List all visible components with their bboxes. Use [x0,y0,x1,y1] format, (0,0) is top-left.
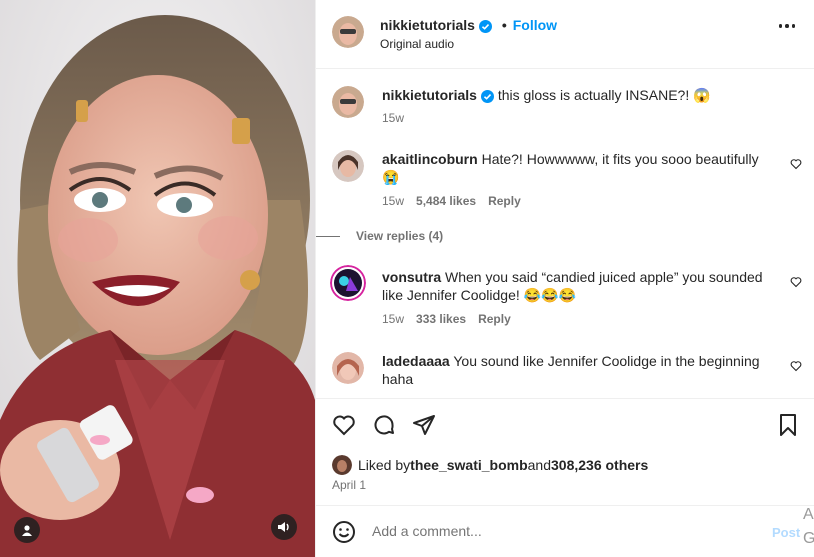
author-username[interactable]: nikkietutorials [380,17,475,33]
commenter-avatar[interactable] [332,150,364,182]
follow-button[interactable]: Follow [513,17,557,33]
caption-avatar[interactable] [332,86,364,118]
verified-badge-icon [480,89,494,103]
post-panel: nikkietutorials • Follow Original audio n… [315,0,814,557]
comment-time[interactable]: 15w [382,312,404,326]
caption-time[interactable]: 15w [382,111,404,125]
liked-and: and [527,457,551,473]
likes-count[interactable]: 308,236 others [551,457,648,473]
post-button[interactable]: Post [772,525,800,540]
caption-username[interactable]: nikkietutorials [382,87,477,103]
share-paper-plane-icon[interactable] [412,413,436,437]
verified-badge-icon [478,19,492,33]
user-icon [22,525,32,536]
comment-username[interactable]: ladedaaaa [382,353,450,369]
save-bookmark-icon[interactable] [776,413,800,437]
comment-likes[interactable]: 5,484 likes [416,194,476,208]
commenter-avatar[interactable] [332,352,364,384]
video-frame [0,0,315,557]
edge-text: A [803,506,814,523]
like-comment-heart-icon[interactable] [790,158,802,170]
like-comment-heart-icon[interactable] [790,360,802,372]
reply-button[interactable]: Reply [478,312,511,326]
audio-toggle-button[interactable] [271,514,297,540]
comment-likes[interactable]: 333 likes [416,312,466,326]
liked-prefix: Liked by [358,457,411,473]
post-date[interactable]: April 1 [332,478,366,492]
more-options-button[interactable] [778,24,795,28]
like-heart-icon[interactable] [332,413,356,437]
comment-time[interactable]: 15w [382,194,404,208]
like-comment-heart-icon[interactable] [790,276,802,288]
audio-label[interactable]: Original audio [380,37,454,51]
edge-text: G [803,530,814,547]
reply-button[interactable]: Reply [488,194,521,208]
view-replies-label: View replies (4) [356,229,444,243]
post-header: nikkietutorials • Follow Original audio [316,0,814,69]
comments-list[interactable]: nikkietutorials this gloss is actually I… [316,69,814,399]
view-replies-button[interactable]: View replies (4) [316,229,443,243]
separator-dot: • [501,17,507,33]
comment-username[interactable]: akaitlincoburn [382,151,478,167]
action-bar: Liked by thee_swati_bomb and 308,236 oth… [316,398,814,505]
add-comment-bar: Post [316,505,814,557]
comment-username[interactable]: vonsutra [382,269,441,285]
author-avatar[interactable] [332,16,364,48]
tagged-users-button[interactable] [14,517,40,543]
caption-text: this gloss is actually INSANE?! 😱 [497,87,711,103]
comment-input[interactable] [372,523,752,539]
liked-by: Liked by thee_swati_bomb and 308,236 oth… [332,455,648,475]
speaker-icon [278,522,289,532]
emoji-picker-icon[interactable] [332,520,356,544]
reel-video[interactable] [0,0,315,557]
liker-username[interactable]: thee_swati_bomb [410,457,527,473]
comment-bubble-icon[interactable] [372,413,396,437]
liker-avatar[interactable] [332,455,352,475]
commenter-avatar[interactable] [330,265,366,301]
